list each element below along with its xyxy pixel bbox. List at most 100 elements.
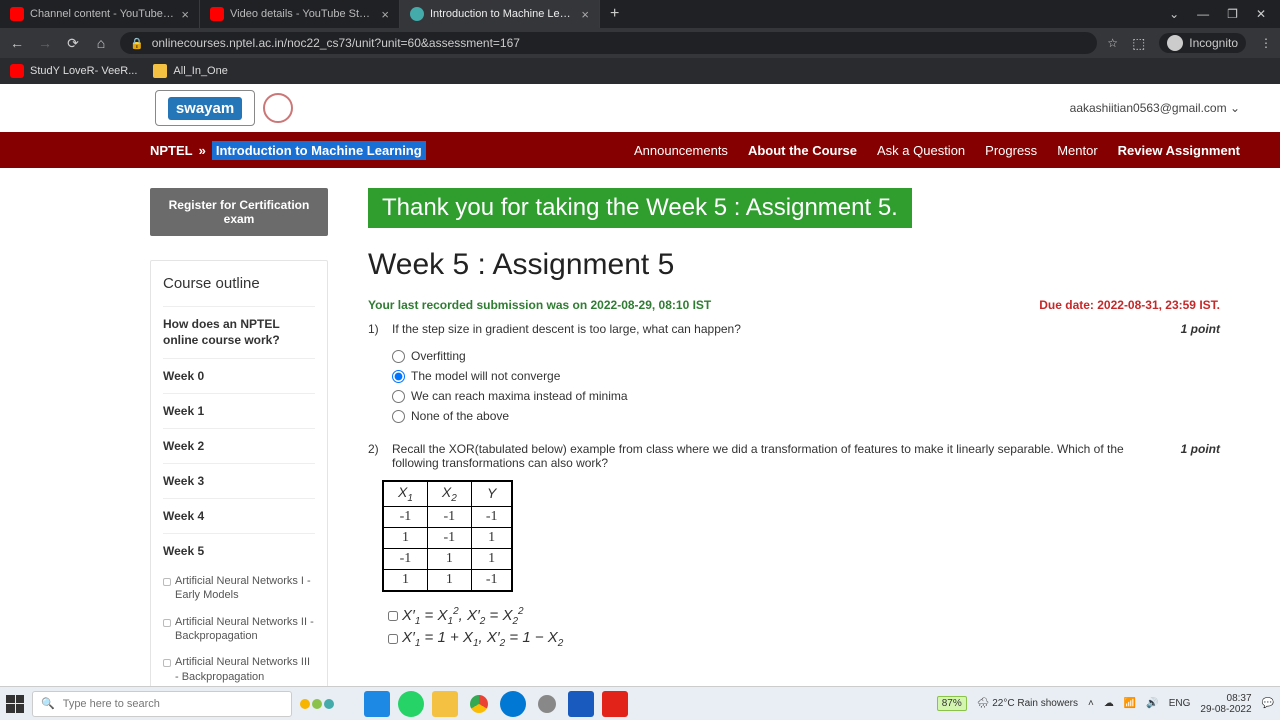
- clock[interactable]: 08:37 29-08-2022: [1200, 693, 1251, 715]
- radio-input[interactable]: [392, 370, 405, 383]
- sidebar-sub-0[interactable]: Artificial Neural Networks I - Early Mod…: [163, 568, 315, 609]
- tray-chevron-icon[interactable]: ˄: [1088, 698, 1094, 709]
- language-indicator[interactable]: ENG: [1169, 698, 1191, 709]
- minimize-icon[interactable]: ―: [1197, 7, 1209, 21]
- sidebar-item-week3[interactable]: Week 3: [163, 463, 315, 498]
- chevron-down-icon[interactable]: ⌄: [1169, 7, 1179, 21]
- radio-input[interactable]: [392, 390, 405, 403]
- window-controls: ⌄ ― ❐ ✕: [1155, 7, 1280, 21]
- success-banner: Thank you for taking the Week 5 : Assign…: [368, 188, 912, 228]
- radio-input[interactable]: [392, 350, 405, 363]
- url-box[interactable]: 🔒 onlinecourses.nptel.ac.in/noc22_cs73/u…: [120, 32, 1097, 54]
- taskbar: 🔍 Type here to search 87% 🌧 22°C Rain sh…: [0, 686, 1280, 720]
- youtube-icon: [210, 7, 224, 21]
- bookmark-1[interactable]: All_In_One: [153, 64, 227, 78]
- reload-button[interactable]: ⟳: [64, 35, 82, 52]
- swayam-logo[interactable]: swayam: [155, 90, 255, 126]
- explorer-icon[interactable]: [432, 691, 458, 717]
- close-window-icon[interactable]: ✕: [1256, 7, 1266, 21]
- url-text: onlinecourses.nptel.ac.in/noc22_cs73/uni…: [152, 36, 520, 50]
- q1-text: If the step size in gradient descent is …: [392, 322, 1181, 336]
- taskbar-apps: [364, 691, 628, 717]
- tab-1[interactable]: Video details - YouTube Studio ×: [200, 0, 400, 28]
- bookmarks-bar: StudY LoveR- VeeR... All_In_One: [0, 58, 1280, 84]
- incognito-badge[interactable]: Incognito: [1159, 33, 1246, 53]
- nav-review[interactable]: Review Assignment: [1118, 143, 1240, 158]
- home-button[interactable]: ⌂: [92, 35, 110, 51]
- kebab-menu-icon[interactable]: ⋮: [1260, 36, 1272, 50]
- swayam-icon: [410, 7, 424, 21]
- q2-points: 1 point: [1181, 442, 1220, 470]
- nav-mentor[interactable]: Mentor: [1057, 143, 1097, 158]
- q1-option-1[interactable]: The model will not converge: [392, 366, 1220, 386]
- q1-option-2[interactable]: We can reach maxima instead of minima: [392, 386, 1220, 406]
- chrome-icon[interactable]: [466, 691, 492, 717]
- browser-tabs: Channel content - YouTube Studio × Video…: [0, 0, 1155, 28]
- submission-info: Your last recorded submission was on 202…: [368, 298, 711, 312]
- incognito-icon: [1167, 35, 1183, 51]
- tab-0[interactable]: Channel content - YouTube Studio ×: [0, 0, 200, 28]
- window-titlebar: Channel content - YouTube Studio × Video…: [0, 0, 1280, 28]
- back-button[interactable]: ←: [8, 35, 26, 51]
- checkbox-input[interactable]: [388, 634, 398, 644]
- word-icon[interactable]: [568, 691, 594, 717]
- user-menu[interactable]: aakashiitian0563@gmail.com ⌄: [1070, 101, 1240, 115]
- sidebar-item-week5[interactable]: Week 5: [163, 533, 315, 568]
- extensions-icon[interactable]: ⬚: [1132, 35, 1145, 52]
- forward-button: →: [36, 35, 54, 51]
- volume-icon[interactable]: 🔊: [1146, 698, 1158, 709]
- q1-option-0[interactable]: Overfitting: [392, 346, 1220, 366]
- register-button[interactable]: Register for Certification exam: [150, 188, 328, 236]
- search-icon: 🔍: [41, 697, 55, 710]
- nav-announcements[interactable]: Announcements: [634, 143, 728, 158]
- q1-option-3[interactable]: None of the above: [392, 406, 1220, 426]
- breadcrumb-root[interactable]: NPTEL: [150, 143, 193, 158]
- taskbar-search[interactable]: 🔍 Type here to search: [32, 691, 292, 717]
- tab-2[interactable]: Introduction to Machine Learning ×: [400, 0, 600, 28]
- onedrive-icon[interactable]: ☁: [1104, 698, 1114, 709]
- edge2-icon[interactable]: [500, 691, 526, 717]
- star-icon[interactable]: ☆: [1107, 36, 1118, 50]
- sidebar-item-howto[interactable]: How does an NPTEL online course work?: [163, 306, 315, 358]
- weather-widget[interactable]: 🌧 22°C Rain showers: [977, 698, 1078, 709]
- bookmark-label: StudY LoveR- VeeR...: [30, 65, 137, 77]
- site-header: swayam aakashiitian0563@gmail.com ⌄: [0, 84, 1280, 132]
- notifications-icon[interactable]: 💬: [1262, 698, 1274, 709]
- bookmark-label: All_In_One: [173, 65, 227, 77]
- maximize-icon[interactable]: ❐: [1227, 7, 1238, 21]
- cortana-icon[interactable]: [300, 699, 334, 709]
- nav-progress[interactable]: Progress: [985, 143, 1037, 158]
- edge-icon[interactable]: [364, 691, 390, 717]
- close-icon[interactable]: ×: [581, 7, 589, 22]
- address-bar: ← → ⟳ ⌂ 🔒 onlinecourses.nptel.ac.in/noc2…: [0, 28, 1280, 58]
- main-content: Thank you for taking the Week 5 : Assign…: [368, 188, 1220, 686]
- radio-input[interactable]: [392, 410, 405, 423]
- sidebar-item-week2[interactable]: Week 2: [163, 428, 315, 463]
- sidebar-sub-1[interactable]: Artificial Neural Networks II - Backprop…: [163, 609, 315, 650]
- start-button[interactable]: [6, 695, 24, 713]
- chevron-down-icon: ⌄: [1230, 101, 1240, 115]
- wifi-icon[interactable]: 📶: [1124, 698, 1136, 709]
- breadcrumb-course[interactable]: Introduction to Machine Learning: [212, 141, 426, 160]
- page-content: swayam aakashiitian0563@gmail.com ⌄ NPTE…: [0, 84, 1280, 686]
- pdf-icon[interactable]: [602, 691, 628, 717]
- sidebar-sub-2[interactable]: Artificial Neural Networks III - Backpro…: [163, 649, 315, 686]
- sidebar-item-week1[interactable]: Week 1: [163, 393, 315, 428]
- sidebar-item-week4[interactable]: Week 4: [163, 498, 315, 533]
- new-tab-button[interactable]: +: [600, 0, 629, 28]
- app-icon[interactable]: [534, 691, 560, 717]
- bookmark-0[interactable]: StudY LoveR- VeeR...: [10, 64, 137, 78]
- close-icon[interactable]: ×: [381, 7, 389, 22]
- tab-label: Video details - YouTube Studio: [230, 8, 375, 20]
- sidebar-item-week0[interactable]: Week 0: [163, 358, 315, 393]
- assignment-title: Week 5 : Assignment 5: [368, 248, 1220, 282]
- partner-logo[interactable]: [263, 93, 293, 123]
- q2-formula-0[interactable]: X′1 = X12, X′2 = X22: [388, 606, 1220, 627]
- nav-ask[interactable]: Ask a Question: [877, 143, 965, 158]
- close-icon[interactable]: ×: [181, 7, 189, 22]
- checkbox-input[interactable]: [388, 611, 398, 621]
- whatsapp-icon[interactable]: [398, 691, 424, 717]
- battery-badge[interactable]: 87%: [937, 696, 967, 711]
- nav-about[interactable]: About the Course: [748, 143, 857, 158]
- q2-formula-1[interactable]: X′1 = 1 + X1, X′2 = 1 − X2: [388, 629, 1220, 649]
